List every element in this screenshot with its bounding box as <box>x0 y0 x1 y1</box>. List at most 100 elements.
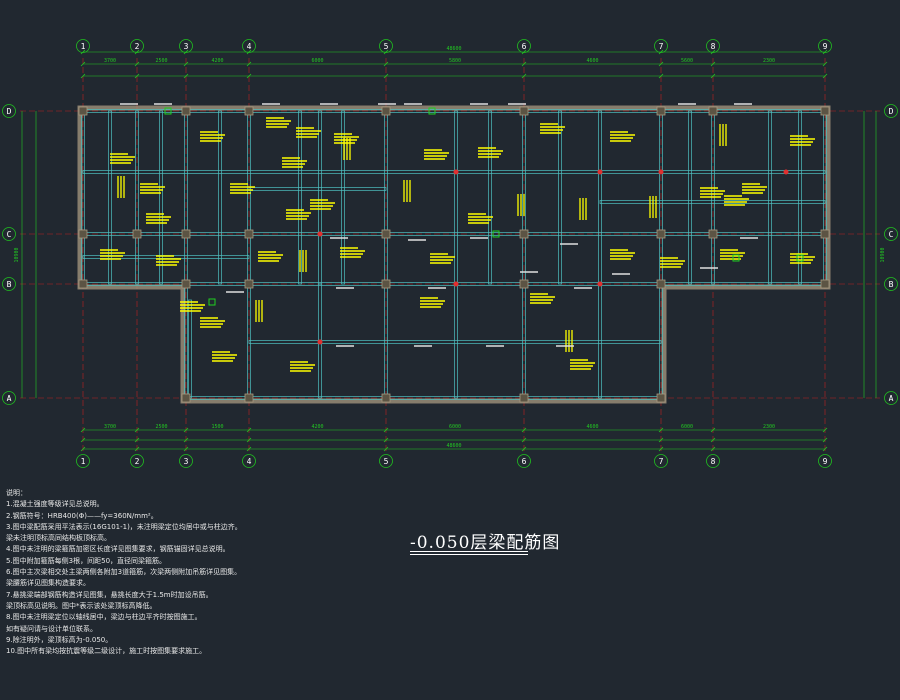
column <box>708 229 718 239</box>
axis-label-vertical: 1 <box>81 457 86 466</box>
dim-bottom: 4600 <box>586 424 598 430</box>
dim-total-top: 48600 <box>446 46 461 52</box>
notes-line: 6.图中主次梁相交处主梁两侧各附加3道箍筋，次梁两侧附加吊筋详见图集。 <box>6 568 242 577</box>
column <box>181 106 191 116</box>
beam-junction-marker <box>317 231 323 237</box>
notes-line: 1.混凝土强度等级详见总说明。 <box>6 500 104 509</box>
beam-horizontal <box>248 187 387 191</box>
notes-line: 梁顶标高见说明。图中*表示该处梁顶标高降低。 <box>6 601 157 610</box>
column <box>820 229 830 239</box>
drawing-title: -0.050层梁配筋图 <box>410 533 561 553</box>
axis-label-vertical: 6 <box>522 457 527 466</box>
beam-vertical <box>768 110 772 285</box>
dim-top: 4200 <box>211 58 223 64</box>
beam-junction-marker <box>453 281 459 287</box>
column <box>78 279 88 289</box>
column <box>708 106 718 116</box>
beam-vertical <box>522 110 526 399</box>
beam-vertical <box>688 110 692 285</box>
notes-line: 5.图中附加箍筋每侧3根，间距50，直径同梁箍筋。 <box>6 556 167 565</box>
column <box>181 279 191 289</box>
axis-label-horizontal: A <box>7 394 12 403</box>
beam-vertical <box>108 110 112 285</box>
axis-label-horizontal: B <box>7 280 12 289</box>
axis-label-vertical: 6 <box>522 42 527 51</box>
building-outline <box>77 105 831 404</box>
axis-label-vertical: 2 <box>135 42 140 51</box>
axis-label-horizontal: D <box>7 107 12 116</box>
beam-vertical <box>798 110 802 285</box>
column <box>519 279 529 289</box>
beam-vertical <box>188 299 192 399</box>
axis-label-horizontal: B <box>889 280 894 289</box>
title-underline <box>410 554 528 555</box>
axis-label-vertical: 4 <box>247 42 252 51</box>
beam-vertical <box>159 110 163 285</box>
notes-line: 3.图中梁配筋采用平法表示(16G101-1)，未注明梁定位均居中或与柱边齐。 <box>6 522 242 531</box>
axis-label-vertical: 1 <box>81 42 86 51</box>
axis-label-horizontal: D <box>889 107 894 116</box>
beam-vertical <box>247 110 251 399</box>
dim-bottom: 3700 <box>104 424 116 430</box>
axis-label-vertical: 5 <box>384 457 389 466</box>
axis-label-vertical: 7 <box>659 457 664 466</box>
column <box>78 229 88 239</box>
axis-label-vertical: 2 <box>135 457 140 466</box>
beam-junction-marker <box>783 169 789 175</box>
dim-top: 5800 <box>449 58 461 64</box>
axis-label-horizontal: A <box>889 394 894 403</box>
notes-line: 10.图中所有梁均按抗震等级二级设计，施工时按图集要求施工。 <box>6 647 207 656</box>
beam-junction-marker <box>597 169 603 175</box>
axis-label-horizontal: C <box>7 230 12 239</box>
beam-vertical <box>598 110 602 285</box>
axis-label-horizontal: C <box>889 230 894 239</box>
column <box>519 106 529 116</box>
design-notes: 说明： 1.混凝土强度等级详见总说明。 2.钢筋符号：HRB400(Φ)——fy… <box>6 488 366 657</box>
notes-line: 9.除注明外，梁顶标高为-0.050。 <box>6 635 113 644</box>
column <box>381 393 391 403</box>
axis-label-vertical: 5 <box>384 42 389 51</box>
dim-total-right: 10900 <box>880 247 886 262</box>
beam-vertical <box>558 110 562 285</box>
beam-vertical <box>454 110 458 285</box>
column <box>244 279 254 289</box>
column <box>78 106 88 116</box>
column <box>519 229 529 239</box>
dim-bottom: 6000 <box>681 424 693 430</box>
column <box>181 393 191 403</box>
beam-junction-marker <box>597 281 603 287</box>
dim-total-bottom: 48600 <box>446 443 461 449</box>
column <box>244 393 254 403</box>
beam-vertical <box>454 283 458 399</box>
beam-vertical <box>598 283 602 399</box>
notes-heading: 说明： <box>6 489 27 497</box>
axis-lines <box>20 58 880 452</box>
beam-horizontal <box>599 200 826 204</box>
column <box>656 229 666 239</box>
column <box>381 106 391 116</box>
column <box>244 106 254 116</box>
notes-line: 7.悬挑梁端部钢筋构造详见图集，悬挑长度大于1.5m时加设吊筋。 <box>6 590 213 599</box>
axis-label-vertical: 3 <box>184 457 189 466</box>
column <box>820 106 830 116</box>
dim-total-left: 10900 <box>14 247 20 262</box>
column <box>381 279 391 289</box>
column <box>820 279 830 289</box>
dim-top: 3700 <box>104 58 116 64</box>
beam-horizontal <box>248 340 662 344</box>
beam-vertical <box>318 110 322 285</box>
notes-line: 梁未注明顶标高同结构板顶标高。 <box>6 534 111 543</box>
beam-junction-marker <box>658 169 664 175</box>
beam-vertical <box>218 110 222 285</box>
column <box>656 279 666 289</box>
notes-line: 如有疑问请与设计单位联系。 <box>6 624 97 633</box>
beam-vertical <box>488 110 492 285</box>
dim-bottom: 4200 <box>311 424 323 430</box>
section-marker <box>208 298 216 306</box>
dim-top: 6000 <box>311 58 323 64</box>
axis-label-vertical: 7 <box>659 42 664 51</box>
axis-label-vertical: 8 <box>711 457 716 466</box>
axis-label-vertical: 9 <box>823 42 828 51</box>
notes-line: 4.图中未注明的梁箍筋加密区长度详见图集要求，钢筋锚固详见总说明。 <box>6 545 230 554</box>
beam-junction-marker <box>317 339 323 345</box>
